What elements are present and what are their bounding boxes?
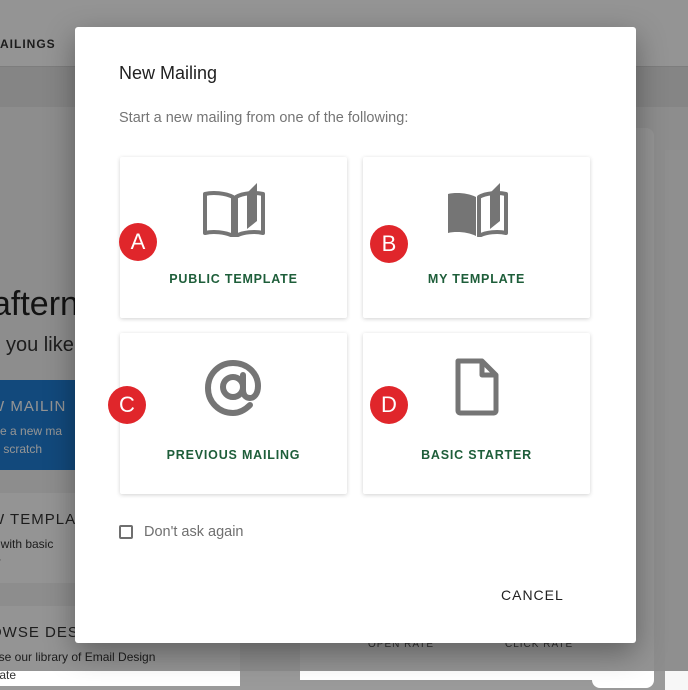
new-mailing-dialog: New Mailing Start a new mailing from one… (75, 27, 636, 643)
book-filled-icon (446, 181, 508, 242)
at-sign-icon (203, 357, 265, 422)
previous-mailing-label: PREVIOUS MAILING (166, 448, 301, 462)
previous-mailing-option[interactable]: PREVIOUS MAILING (120, 333, 347, 494)
book-outline-icon (202, 181, 265, 242)
marker-c: C (108, 386, 146, 424)
file-icon (446, 357, 508, 422)
dialog-subtitle: Start a new mailing from one of the foll… (119, 110, 409, 126)
public-template-label: PUBLIC TEMPLATE (169, 272, 298, 286)
marker-a: A (119, 223, 157, 261)
basic-starter-label: BASIC STARTER (421, 448, 532, 462)
dialog-title: New Mailing (119, 63, 218, 83)
dont-ask-again-label: Don't ask again (144, 524, 244, 540)
marker-d: D (370, 386, 408, 424)
cancel-button[interactable]: CANCEL (501, 587, 564, 603)
dont-ask-again-control[interactable]: Don't ask again (119, 524, 244, 540)
my-template-label: MY TEMPLATE (427, 272, 526, 286)
marker-b: B (370, 225, 408, 263)
dont-ask-again-checkbox[interactable] (119, 525, 133, 539)
